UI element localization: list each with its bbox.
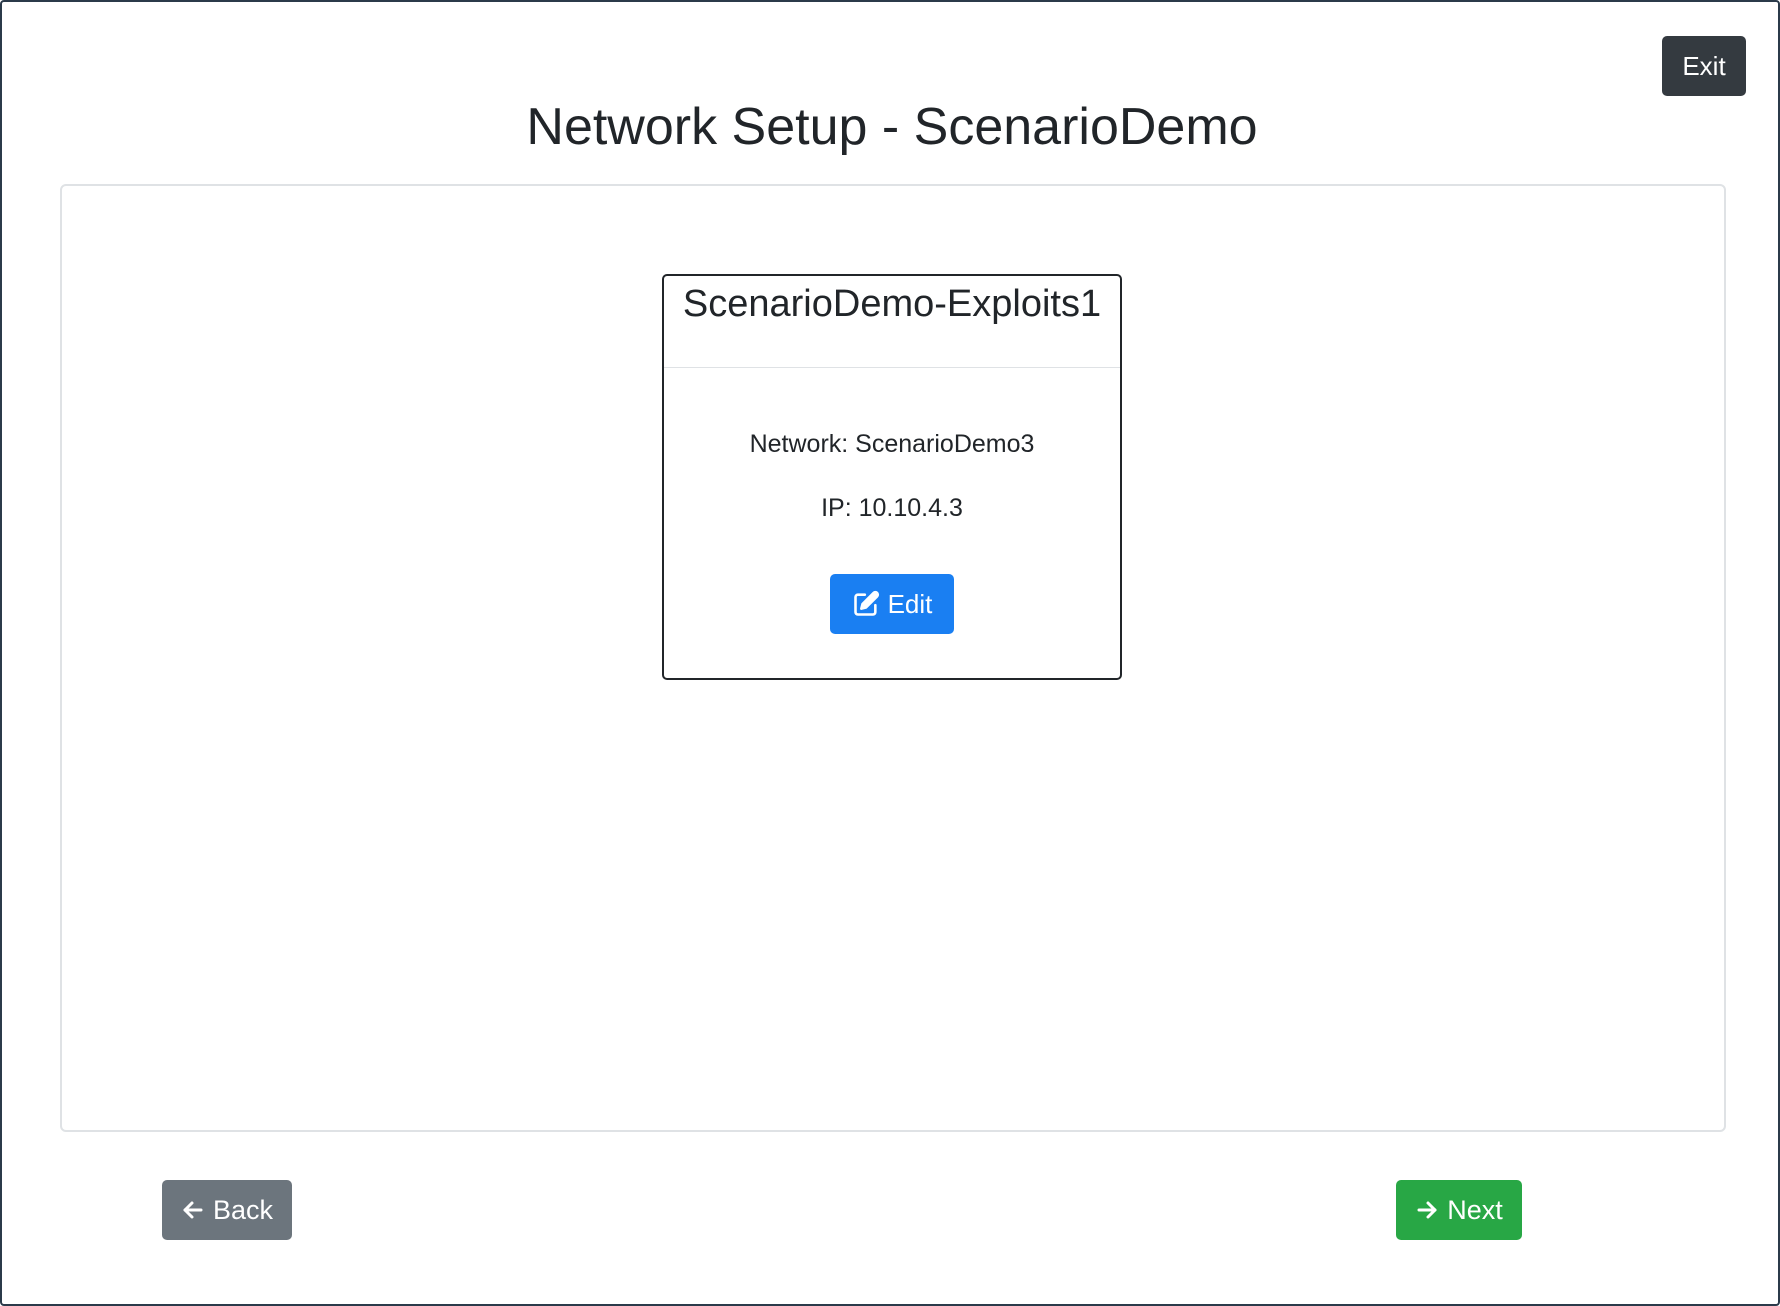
edit-button-label: Edit <box>887 588 933 619</box>
next-button-label: Next <box>1447 1194 1503 1225</box>
node-network-label: Network: ScenarioDemo3 <box>749 430 1035 458</box>
node-card: ScenarioDemo-Exploits1 Network: Scenario… <box>662 274 1122 680</box>
arrow-left-icon <box>181 1198 205 1222</box>
back-button[interactable]: Back <box>162 1180 292 1240</box>
arrow-right-icon <box>1415 1198 1439 1222</box>
next-button[interactable]: Next <box>1396 1180 1522 1240</box>
node-card-body: Network: ScenarioDemo3 IP: 10.10.4.3 Edi… <box>664 428 1120 634</box>
node-card-title: ScenarioDemo-Exploits1 <box>664 276 1120 368</box>
network-canvas-panel: ScenarioDemo-Exploits1 Network: Scenario… <box>60 184 1726 1132</box>
exit-button[interactable]: Exit <box>1662 36 1746 96</box>
app-window: Exit Network Setup - ScenarioDemo Scenar… <box>0 0 1780 1306</box>
node-ip-label: IP: 10.10.4.3 <box>821 494 963 522</box>
page-title: Network Setup - ScenarioDemo <box>526 98 1258 156</box>
edit-icon <box>852 590 880 618</box>
edit-node-button[interactable]: Edit <box>830 574 954 634</box>
back-button-label: Back <box>212 1194 274 1225</box>
